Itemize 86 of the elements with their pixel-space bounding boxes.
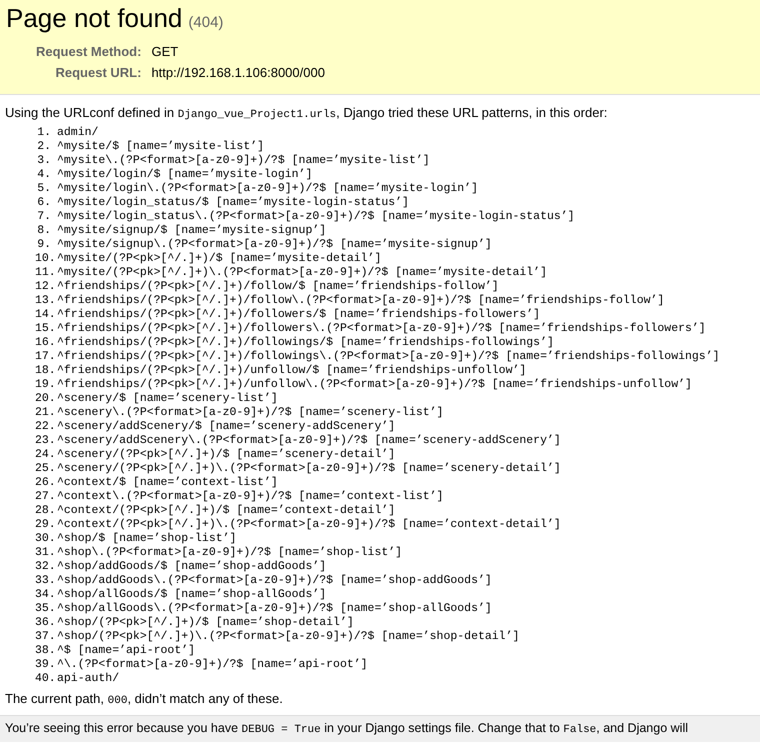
pattern-number: 32. [35, 560, 57, 574]
url-pattern: ^$ [name=’api-root’] [57, 644, 196, 658]
page-title: Page not found [6, 2, 182, 34]
url-pattern: ^mysite/(?P<pk>[^/.]+)\.(?P<format>[a-z0-9]+)/?$ [name=’mysite-detail’] [57, 266, 547, 280]
url-pattern: ^shop/$ [name=’shop-list’] [57, 532, 236, 546]
pattern-number: 25. [35, 462, 57, 476]
pattern-number: 19. [35, 378, 57, 392]
pattern-number: 35. [35, 602, 57, 616]
pattern-number: 36. [35, 616, 57, 630]
pattern-number: 26. [35, 476, 57, 490]
url-pattern: ^mysite/login_status\.(?P<format>[a-z0-9]+)/?$ [name=’mysite-login-status’] [57, 210, 575, 224]
pattern-number: 22. [35, 420, 57, 434]
detail-label: Request URL: [54, 64, 142, 82]
pattern-number: 2. [36, 140, 52, 154]
url-pattern: ^friendships/(?P<pk>[^/.]+)/followers\.(?P<format>[a-z0-9]+)/?$ [name=’friendships-followers’] [57, 322, 706, 336]
url-pattern: ^friendships/(?P<pk>[^/.]+)/unfollow\.(?P<format>[a-z0-9]+)/?$ [name=’friendships-unfollow’] [57, 378, 692, 392]
pattern-number: 14. [35, 308, 57, 322]
url-pattern: ^friendships/(?P<pk>[^/.]+)/follow\.(?P<format>[a-z0-9]+)/?$ [name=’friendships-follow’] [57, 294, 664, 308]
pattern-number: 21. [35, 406, 57, 420]
pattern-number: 27. [35, 490, 57, 504]
pattern-number: 17. [35, 350, 57, 364]
status-code: (404) [188, 13, 224, 33]
url-pattern: ^friendships/(?P<pk>[^/.]+)/follow/$ [name=’friendships-follow’] [57, 280, 499, 294]
pattern-number: 31. [35, 546, 57, 560]
pattern-number: 8. [36, 224, 52, 238]
pattern-number: 23. [35, 434, 57, 448]
pattern-number: 15. [35, 322, 57, 336]
pattern-number: 38. [35, 644, 57, 658]
url-pattern: ^friendships/(?P<pk>[^/.]+)/followers/$ [name=’friendships-followers’] [57, 308, 540, 322]
pattern-number: 5. [36, 182, 52, 196]
url-pattern: ^friendships/(?P<pk>[^/.]+)/followings\.(?P<format>[a-z0-9]+)/?$ [name=’friendships-followings’] [57, 350, 720, 364]
url-pattern: ^shop/allGoods\.(?P<format>[a-z0-9]+)/?$ [name=’shop-allGoods’] [57, 602, 492, 616]
pattern-number: 28. [35, 504, 57, 518]
url-pattern: ^scenery/$ [name=’scenery-list’] [57, 392, 278, 406]
pattern-number: 3. [36, 154, 52, 168]
pattern-number: 6. [36, 196, 52, 210]
url-pattern: ^mysite/$ [name=’mysite-list’] [57, 140, 264, 154]
detail-value: GET [151, 42, 180, 60]
url-pattern: ^context/$ [name=’context-list’] [57, 476, 278, 490]
pattern-number: 9. [36, 238, 52, 252]
pattern-number: 16. [35, 336, 57, 350]
url-pattern: ^mysite\.(?P<format>[a-z0-9]+)/?$ [name=’mysite-list’] [57, 154, 430, 168]
pattern-number: 13. [35, 294, 57, 308]
detail-value: http://192.168.1.106:8000/000 [151, 64, 325, 82]
pattern-number: 20. [35, 392, 57, 406]
url-pattern: ^mysite/signup\.(?P<format>[a-z0-9]+)/?$ [name=’mysite-signup’] [57, 238, 492, 252]
pattern-number: 24. [35, 448, 57, 462]
pattern-number: 1. [36, 126, 52, 140]
url-pattern: ^shop/addGoods\.(?P<format>[a-z0-9]+)/?$ [name=’shop-addGoods’] [57, 574, 492, 588]
pattern-number: 33. [35, 574, 57, 588]
url-pattern: ^scenery/(?P<pk>[^/.]+)\.(?P<format>[a-z0-9]+)/?$ [name=’scenery-detail’] [57, 462, 561, 476]
url-pattern: ^shop\.(?P<format>[a-z0-9]+)/?$ [name=’shop-list’] [57, 546, 402, 560]
pattern-number: 18. [35, 364, 57, 378]
url-pattern: api-auth/ [57, 672, 120, 686]
pattern-number: 34. [35, 588, 57, 602]
url-pattern: admin/ [57, 126, 98, 140]
pattern-number: 12. [35, 280, 57, 294]
url-pattern: ^scenery\.(?P<format>[a-z0-9]+)/?$ [name=’scenery-list’] [57, 406, 444, 420]
url-pattern: ^context/(?P<pk>[^/.]+)/$ [name=’context-detail’] [57, 504, 396, 518]
pattern-number: 37. [35, 630, 57, 644]
url-pattern: ^scenery/(?P<pk>[^/.]+)/$ [name=’scenery-detail’] [57, 448, 396, 462]
pattern-number: 7. [36, 210, 52, 224]
url-pattern: ^mysite/(?P<pk>[^/.]+)/$ [name=’mysite-detail’] [57, 252, 382, 266]
url-pattern: ^mysite/login\.(?P<format>[a-z0-9]+)/?$ [name=’mysite-login’] [57, 182, 478, 196]
url-pattern: ^mysite/login_status/$ [name=’mysite-login-status’] [57, 196, 409, 210]
url-pattern: ^scenery/addScenery\.(?P<format>[a-z0-9]+)/?$ [name=’scenery-addScenery’] [57, 434, 561, 448]
url-pattern: ^scenery/addScenery/$ [name=’scenery-addScenery’] [57, 420, 396, 434]
url-pattern: ^shop/(?P<pk>[^/.]+)/$ [name=’shop-detail’] [57, 616, 354, 630]
url-pattern: ^\.(?P<format>[a-z0-9]+)/?$ [name=’api-root’] [57, 658, 368, 672]
pattern-number: 4. [36, 168, 52, 182]
url-pattern: ^friendships/(?P<pk>[^/.]+)/followings/$ [name=’friendships-followings’] [57, 336, 554, 350]
pattern-number: 29. [35, 518, 57, 532]
url-pattern: ^context/(?P<pk>[^/.]+)\.(?P<format>[a-z0-9]+)/?$ [name=’context-detail’] [57, 518, 561, 532]
pattern-number: 11. [35, 266, 57, 280]
url-pattern: ^shop/(?P<pk>[^/.]+)\.(?P<format>[a-z0-9]+)/?$ [name=’shop-detail’] [57, 630, 520, 644]
url-pattern: ^shop/allGoods/$ [name=’shop-allGoods’] [57, 588, 326, 602]
url-pattern: ^context\.(?P<format>[a-z0-9]+)/?$ [name=’context-list’] [57, 490, 444, 504]
pattern-number: 39. [35, 658, 57, 672]
url-pattern: ^friendships/(?P<pk>[^/.]+)/unfollow/$ [name=’friendships-unfollow’] [57, 364, 526, 378]
pattern-number: 30. [35, 532, 57, 546]
url-pattern: ^mysite/signup/$ [name=’mysite-signup’] [57, 224, 326, 238]
url-pattern: ^mysite/login/$ [name=’mysite-login’] [57, 168, 312, 182]
url-pattern: ^shop/addGoods/$ [name=’shop-addGoods’] [57, 560, 326, 574]
pattern-number: 40. [35, 672, 57, 686]
pattern-number: 10. [35, 252, 57, 266]
detail-label: Request Method: [36, 42, 142, 61]
